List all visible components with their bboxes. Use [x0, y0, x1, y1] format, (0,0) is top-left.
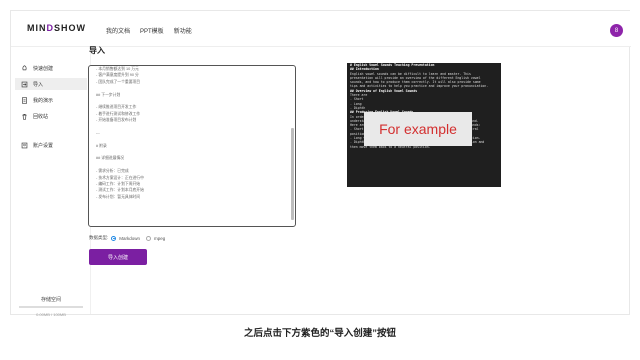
format-selector: 数据类型: Markdown mpeg	[89, 235, 165, 241]
format-option-markdown[interactable]: Markdown	[119, 236, 140, 241]
top-nav: 我的文档 PPT模板 新功能	[106, 26, 192, 35]
caption: 之后点击下方紫色的“导入创建”按钮	[243, 328, 396, 339]
import-icon	[21, 81, 28, 87]
format-radio-mpeg[interactable]	[146, 235, 152, 241]
top-bar: MINDSHOW 我的文档 PPT模板 新功能 8	[11, 11, 631, 47]
rocket-icon	[22, 64, 27, 70]
avatar[interactable]: 8	[610, 24, 623, 37]
nav-new-features[interactable]: 新功能	[174, 26, 192, 35]
trash-icon	[22, 113, 27, 120]
sidebar-item-label: 快速创建	[33, 65, 54, 72]
format-radio-markdown[interactable]	[111, 235, 117, 241]
storage-bar	[19, 306, 83, 308]
account-icon	[21, 142, 28, 148]
logo[interactable]: MINDSHOW	[27, 23, 86, 33]
import-create-button[interactable]: 导入创建	[89, 249, 147, 265]
sidebar-item-label: 导入	[33, 81, 44, 88]
editor-line: - 发布计划：暂无具体时间	[96, 194, 141, 199]
sidebar-item-account-settings[interactable]: 账户设置	[15, 139, 87, 151]
storage-label: 存储空间	[40, 297, 61, 303]
example-overlay: For example	[364, 112, 472, 146]
sidebar: 快速创建 导入 我的演示 回收站 账户设置 存储空间 0.00MB / 100M…	[11, 48, 91, 317]
sidebar-item-label: 回收站	[33, 113, 49, 120]
sidebar-item-trash[interactable]: 回收站	[15, 110, 87, 122]
page-title: 导入	[89, 46, 105, 55]
sidebar-item-import[interactable]: 导入	[15, 78, 87, 90]
sidebar-item-my-presentations[interactable]: 我的演示	[15, 94, 87, 106]
format-label: 数据类型:	[89, 235, 109, 240]
doc-icon	[22, 96, 27, 104]
nav-ppt-templates[interactable]: PPT模板	[140, 26, 164, 35]
storage-usage: 0.00MB / 100MB	[36, 312, 66, 317]
format-option-mpeg[interactable]: mpeg	[154, 236, 165, 241]
nav-my-docs[interactable]: 我的文档	[106, 26, 130, 35]
sidebar-item-quick-create[interactable]: 快速创建	[15, 62, 87, 74]
markdown-editor[interactable]: - 本月销售额达到 10 万元 - 客户满意度提升到 90 分- 团队完成了一个重…	[88, 65, 296, 227]
sidebar-item-label: 我的演示	[33, 97, 54, 104]
sidebar-item-label: 账户设置	[33, 142, 54, 149]
editor-scrollbar[interactable]	[291, 128, 294, 220]
editor-content[interactable]: - 本月销售额达到 10 万元 - 客户满意度提升到 90 分- 团队完成了一个重…	[96, 66, 286, 200]
